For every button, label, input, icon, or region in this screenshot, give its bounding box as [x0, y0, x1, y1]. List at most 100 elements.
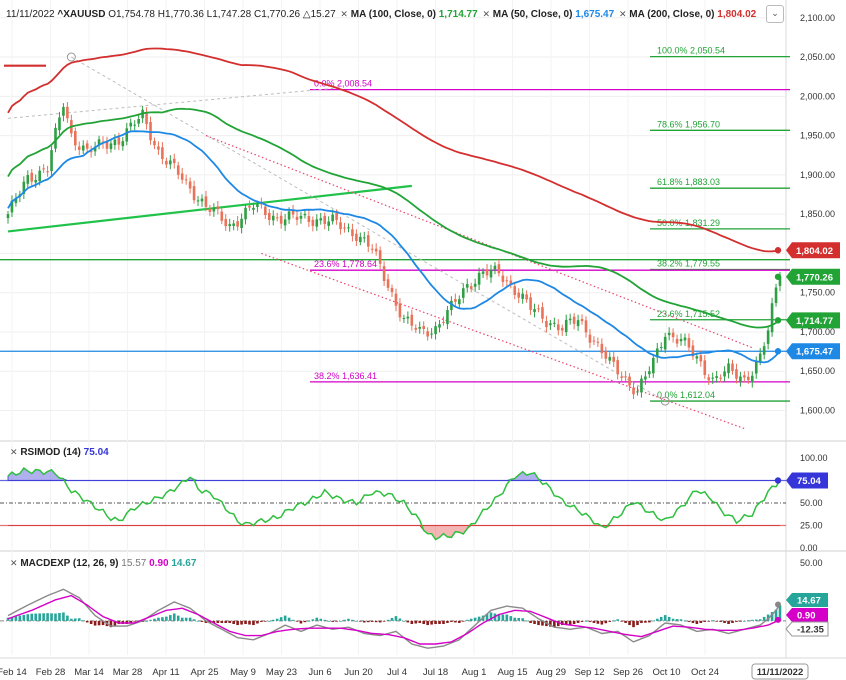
- macd-histogram-bar: [85, 620, 89, 623]
- collapse-icon[interactable]: ⌄: [766, 5, 784, 23]
- candle-body: [311, 219, 315, 226]
- candle-body: [176, 165, 180, 175]
- macd-histogram-bar: [46, 613, 49, 621]
- y-tick-label: 1,900.00: [800, 170, 835, 180]
- y-tick-label: 1,950.00: [800, 131, 835, 141]
- candle-body: [533, 309, 536, 313]
- macd-histogram-bar: [458, 620, 461, 623]
- macd-histogram-bar: [355, 620, 358, 622]
- candle-body: [766, 330, 770, 344]
- candle-body: [50, 150, 53, 172]
- legend-symbol: ^XAUUSD: [57, 9, 106, 20]
- macd-histogram-bar: [188, 617, 192, 621]
- macd-value-label: -12.35: [797, 625, 825, 636]
- macd-histogram-bar: [224, 620, 228, 623]
- macd-histogram-bar: [422, 620, 425, 625]
- candle-body: [347, 227, 350, 229]
- candle-body: [180, 173, 184, 180]
- candle-body: [616, 360, 619, 375]
- macd-histogram-bar: [260, 620, 263, 622]
- x-tick-label: Jul 4: [387, 667, 407, 678]
- macd-histogram-bar: [93, 620, 97, 626]
- rsi-value-label: 75.04: [797, 476, 821, 487]
- macd-histogram-bar: [513, 617, 517, 621]
- macd-histogram-bar: [145, 620, 148, 622]
- candle-body: [473, 283, 477, 287]
- rsi-overbought-fill: [7, 467, 780, 481]
- candle-body: [402, 318, 406, 320]
- macd-histogram-bar: [307, 620, 311, 622]
- close-icon[interactable]: ✕: [10, 558, 18, 568]
- macd-histogram-bar: [287, 617, 291, 621]
- macd-histogram-bar: [133, 620, 136, 622]
- candle-body: [184, 179, 188, 181]
- macd-histogram-bar: [711, 620, 714, 622]
- macd-histogram-bar: [58, 612, 61, 621]
- y-tick-label: 1,700.00: [800, 327, 835, 337]
- macd-histogram-bar: [216, 620, 220, 623]
- candle-body: [549, 323, 552, 326]
- candle-body: [244, 207, 247, 220]
- macd-histogram-bar: [153, 618, 156, 621]
- macd-histogram-bar: [616, 619, 619, 621]
- macd-histogram-bar: [747, 620, 750, 622]
- macd-legend-v3: 14.67: [171, 558, 197, 569]
- macd-histogram-bar: [252, 620, 255, 626]
- candle-body: [687, 338, 691, 348]
- macd-histogram-bar: [580, 620, 584, 622]
- macd-histogram-bar: [180, 617, 184, 621]
- candle-body: [331, 214, 334, 222]
- candle-body: [461, 288, 465, 298]
- candle-body: [600, 343, 604, 354]
- macd-histogram-bar: [70, 618, 73, 621]
- macd-histogram-bar: [723, 620, 726, 623]
- candle-body: [723, 371, 726, 377]
- series-end-dot: [775, 601, 781, 608]
- macd-histogram-bar: [184, 617, 188, 621]
- macd-histogram-bar: [347, 618, 350, 621]
- channel-line: [205, 135, 753, 349]
- macd-histogram-bar: [331, 620, 334, 622]
- close-icon[interactable]: ✕: [482, 9, 490, 19]
- candle-body: [34, 179, 38, 183]
- macd-histogram-bar: [267, 620, 271, 622]
- macd-histogram-bar: [295, 620, 299, 622]
- candle-body: [707, 377, 711, 381]
- candle-body: [287, 211, 291, 220]
- macd-histogram-bar: [525, 620, 528, 622]
- macd-histogram-bar: [628, 620, 631, 626]
- candle-body: [303, 213, 307, 216]
- price-tag-label: 1,804.02: [796, 246, 833, 257]
- macd-histogram-bar: [632, 620, 635, 628]
- candle-body: [406, 316, 410, 319]
- macd-histogram-bar: [66, 615, 69, 621]
- fib-level-label: 38.2% 1,636.41: [314, 371, 377, 381]
- candle-body: [370, 248, 374, 250]
- candle-body: [418, 326, 422, 329]
- macd-histogram-bar: [695, 620, 699, 625]
- macd-histogram-bar: [426, 620, 429, 626]
- chart-canvas[interactable]: 2,100.00 2,050.00 2,000.00 1,950.00 1,900.00…: [0, 0, 846, 680]
- macd-histogram-bar: [655, 618, 659, 621]
- macd-histogram-bar: [612, 620, 616, 622]
- macd-histogram-bar: [667, 616, 671, 621]
- candle-body: [204, 196, 208, 207]
- candle-body: [485, 269, 489, 276]
- macd-legend-v1: 15.57: [121, 558, 147, 569]
- macd-histogram-bar: [624, 620, 627, 623]
- legend-change: 15.27: [310, 9, 336, 20]
- fib-level-label: 23.6% 1,778.64: [314, 259, 377, 269]
- candle-body: [640, 378, 643, 393]
- candle-body: [537, 308, 540, 310]
- close-icon[interactable]: ✕: [10, 447, 18, 457]
- x-tick-label: Apr 25: [191, 667, 219, 678]
- close-icon[interactable]: ✕: [340, 9, 348, 19]
- x-tick-label: Mar 28: [113, 667, 143, 678]
- candle-body: [458, 299, 461, 305]
- macd-histogram-bar: [390, 617, 394, 621]
- candle-body: [236, 221, 239, 227]
- close-icon[interactable]: ✕: [619, 9, 627, 19]
- macd-histogram-bar: [248, 620, 251, 625]
- macd-histogram-bar: [240, 620, 243, 625]
- macd-histogram-bar: [469, 618, 473, 621]
